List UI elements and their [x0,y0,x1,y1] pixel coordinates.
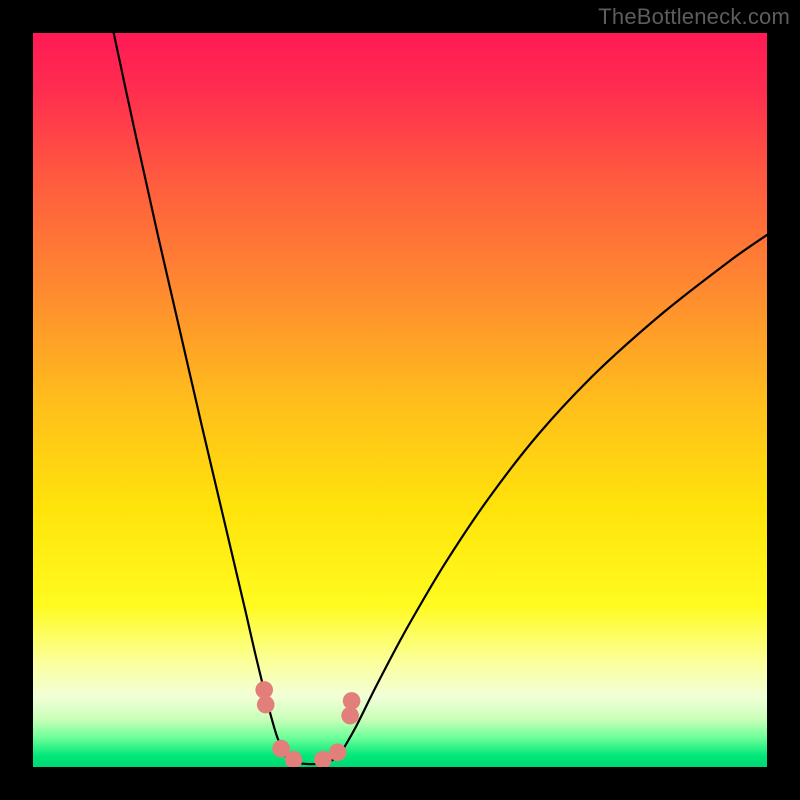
marker-group [255,681,360,767]
bottleneck-curve [33,33,767,767]
chart-frame: TheBottleneck.com [0,0,800,800]
plot-area [33,33,767,767]
watermark-text: TheBottleneck.com [598,4,790,30]
marker-dot [329,744,347,762]
marker-dot [257,696,275,714]
curve-path [114,33,767,764]
marker-dot [343,692,361,710]
